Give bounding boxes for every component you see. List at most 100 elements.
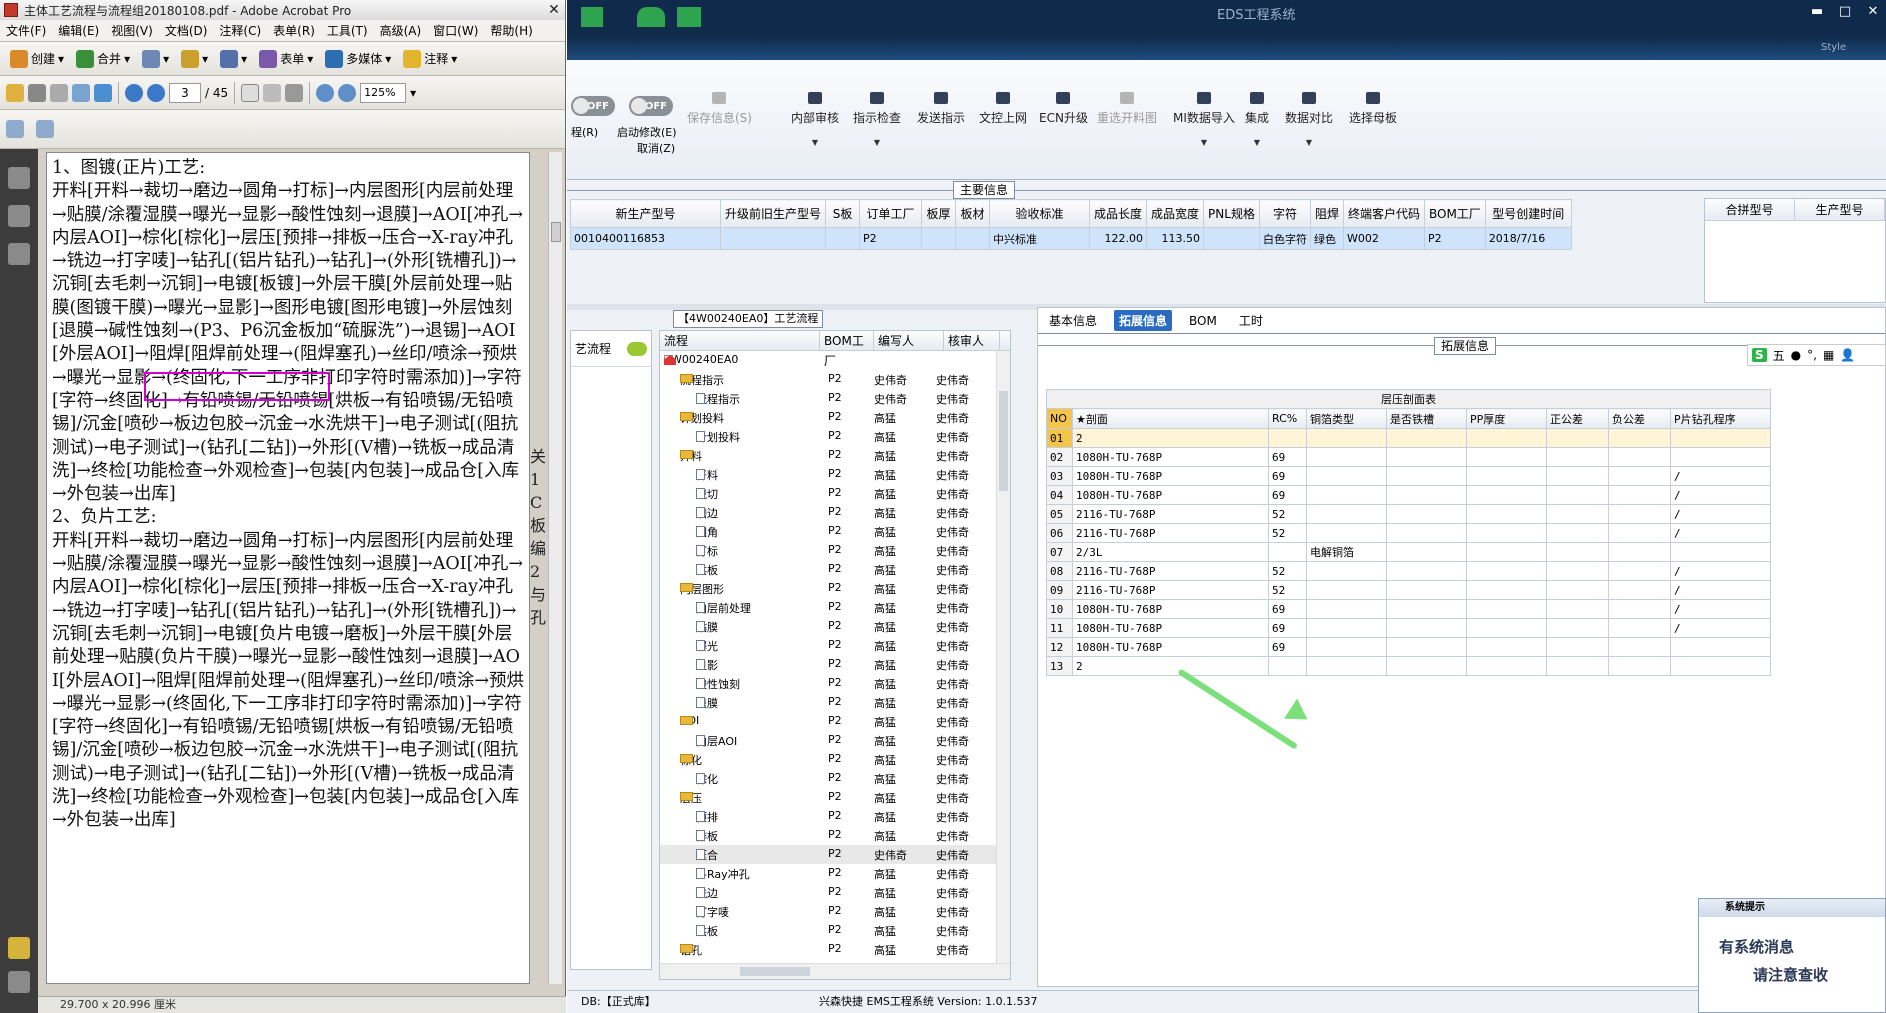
column-header[interactable]: 字符 (1258, 199, 1311, 228)
column-header[interactable]: BOM工厂 (1423, 199, 1486, 228)
tree-row[interactable]: 内层AOI P2 高猛 史伟奇 (660, 731, 1010, 750)
tree-node[interactable]: 磨边 (696, 505, 718, 521)
tree-row[interactable]: 烘板 P2 高猛 史伟奇 (660, 921, 1010, 940)
tree-node[interactable]: 内层前处理 (696, 600, 751, 616)
tree-row[interactable]: −棕化 P2 高猛 史伟奇 (660, 750, 1010, 769)
collaborate-button[interactable]: ▾ (138, 46, 173, 72)
signatures-icon[interactable] (8, 243, 30, 265)
scrollbar-thumb[interactable] (551, 222, 561, 242)
email-icon[interactable] (72, 83, 90, 102)
secure-button[interactable]: ▾ (177, 46, 212, 72)
select-text-icon[interactable] (241, 83, 260, 102)
comment-button[interactable]: 注释 ▾ (399, 46, 461, 72)
column-header[interactable]: 流程 (660, 331, 820, 350)
tab-2[interactable]: BOM (1184, 312, 1222, 330)
column-header[interactable]: 验收标准 (989, 199, 1091, 228)
tree-node[interactable]: −钻孔 (680, 942, 702, 958)
zoom-select[interactable]: 125% (360, 82, 407, 103)
tab-1[interactable]: 拓展信息 (1114, 310, 1173, 331)
column-header[interactable]: 新生产型号 (570, 199, 721, 228)
dot-icon[interactable]: ● (1791, 348, 1801, 362)
tree-row[interactable]: 打标 P2 高猛 史伟奇 (660, 541, 1010, 560)
tree-node[interactable]: −内层图形 (680, 581, 724, 597)
tree-row[interactable]: −钻孔 P2 高猛 史伟奇 (660, 940, 1010, 959)
tree-node[interactable]: 显影 (696, 657, 718, 673)
tree-node[interactable]: −层压 (680, 790, 702, 806)
column-header[interactable]: 核审人 (944, 331, 1000, 350)
toggle-switch-2[interactable]: OFF (629, 96, 673, 116)
chat-bubble-icon[interactable] (627, 341, 647, 356)
tree-row[interactable]: 内层前处理 P2 高猛 史伟奇 (660, 598, 1010, 617)
tree-row[interactable]: 磨边 P2 高猛 史伟奇 (660, 503, 1010, 522)
style-label[interactable]: Style (1821, 42, 1846, 53)
sogou-logo-icon[interactable]: S (1752, 348, 1767, 362)
table-row[interactable]: 02 1080H-TU-768P 69 (1046, 447, 1771, 467)
tree-row[interactable]: X-Ray冲孔 P2 高猛 史伟奇 (660, 864, 1010, 883)
instruction-check-button[interactable]: 指示检查 ▼ (853, 92, 901, 147)
pdf-scrollbar[interactable] (548, 152, 562, 984)
sign-button[interactable]: ▾ (216, 46, 251, 72)
toggle-switch-1[interactable]: OFF (571, 96, 615, 116)
menu-item[interactable]: 文件(F) (0, 22, 52, 39)
column-header[interactable]: 铜箔类型 (1306, 408, 1387, 429)
tree-node[interactable]: 内层AOI (696, 733, 737, 749)
comments-icon[interactable] (8, 937, 30, 959)
column-header[interactable]: RC% (1268, 408, 1307, 429)
menu-item[interactable]: 帮助(H) (484, 22, 538, 39)
tree-node[interactable]: −计划投料 (680, 410, 724, 426)
tree-node[interactable]: 计划投料 (696, 429, 740, 445)
internal-review-button[interactable]: 内部审核 ▼ (791, 92, 839, 147)
tree-scrollbar[interactable] (996, 351, 1010, 963)
grid-icon[interactable] (581, 7, 603, 27)
data-compare-button[interactable]: 数据对比 ▼ (1285, 92, 1333, 147)
maximize-icon[interactable]: □ (1831, 0, 1859, 22)
tree-row[interactable]: 裁切 P2 高猛 史伟奇 (660, 484, 1010, 503)
menu-item[interactable]: 文档(D) (159, 22, 214, 39)
menu-item[interactable]: 编辑(E) (52, 22, 105, 39)
tree-row[interactable]: 排板 P2 高猛 史伟奇 (660, 826, 1010, 845)
tree-row[interactable]: 曝光 P2 高猛 史伟奇 (660, 636, 1010, 655)
tree-row[interactable]: 打字唛 P2 高猛 史伟奇 (660, 902, 1010, 921)
table-row[interactable]: 08 2116-TU-768P 52 / (1046, 561, 1771, 581)
save-icon[interactable] (50, 83, 68, 102)
tree-row[interactable]: 退膜 P2 高猛 史伟奇 (660, 693, 1010, 712)
user-icon[interactable]: 👤 (1840, 348, 1855, 362)
table-row[interactable]: 0010400116853 P2 中兴标准 122.00 113.50 白色字符 绿色 W00… (570, 227, 1572, 250)
tree-row[interactable]: 预排 P2 高猛 史伟奇 (660, 807, 1010, 826)
print-icon[interactable] (28, 83, 46, 102)
tree-node[interactable]: 预排 (696, 809, 718, 825)
tree-row[interactable]: 贴膜 P2 高猛 史伟奇 (660, 617, 1010, 636)
tree-node[interactable]: 棕化 (696, 771, 718, 787)
table-row[interactable]: 12 1080H-TU-768P 69 (1046, 637, 1771, 657)
tree-row[interactable]: 铣边 P2 高猛 史伟奇 (660, 883, 1010, 902)
chevron-down-icon[interactable]: ▼ (874, 138, 880, 147)
ecn-upgrade-button[interactable]: ECN升级 (1039, 92, 1088, 126)
table-row[interactable]: 01 2 (1046, 428, 1771, 448)
keyboard-icon[interactable]: ▦ (1823, 348, 1834, 362)
column-header[interactable]: 编写人 (874, 331, 944, 350)
table-row[interactable]: 05 2116-TU-768P 52 / (1046, 504, 1771, 524)
fit-width-icon[interactable] (36, 120, 54, 138)
chevron-down-icon[interactable]: ▾ (410, 86, 416, 100)
close-icon[interactable]: ✕ (1859, 0, 1886, 22)
tree-row[interactable]: −4W00240EA0 (660, 351, 1010, 370)
table-row[interactable]: 04 1080H-TU-768P 69 / (1046, 485, 1771, 505)
column-header[interactable]: 型号创建时间 (1484, 199, 1572, 228)
tree-node[interactable]: 酸性蚀刻 (696, 676, 740, 692)
tree-row[interactable]: 计划投料 P2 高猛 史伟奇 (660, 427, 1010, 446)
tree-row[interactable]: 开料 P2 高猛 史伟奇 (660, 465, 1010, 484)
zoom-out-icon[interactable] (316, 83, 335, 102)
pages-icon[interactable] (8, 167, 30, 189)
tree-node[interactable]: 铣边 (696, 885, 718, 901)
chinese-mode-icon[interactable]: 五 (1773, 347, 1785, 364)
tree-row[interactable]: −开料 P2 高猛 史伟奇 (660, 446, 1010, 465)
tree-row[interactable]: −流程指示 P2 史伟奇 史伟奇 (660, 370, 1010, 389)
attachments-icon[interactable] (8, 971, 30, 993)
select-motherboard-button[interactable]: 选择母板 (1349, 92, 1397, 126)
table-row[interactable]: 11 1080H-TU-768P 69 / (1046, 618, 1771, 638)
column-header[interactable]: PNL规格 (1203, 199, 1260, 228)
column-header[interactable]: 升级前旧生产型号 (719, 199, 827, 228)
column-header[interactable]: 生产型号 (1795, 199, 1885, 220)
menu-item[interactable]: 表单(R) (267, 22, 321, 39)
combine-button[interactable]: 合并 ▾ (72, 46, 134, 72)
